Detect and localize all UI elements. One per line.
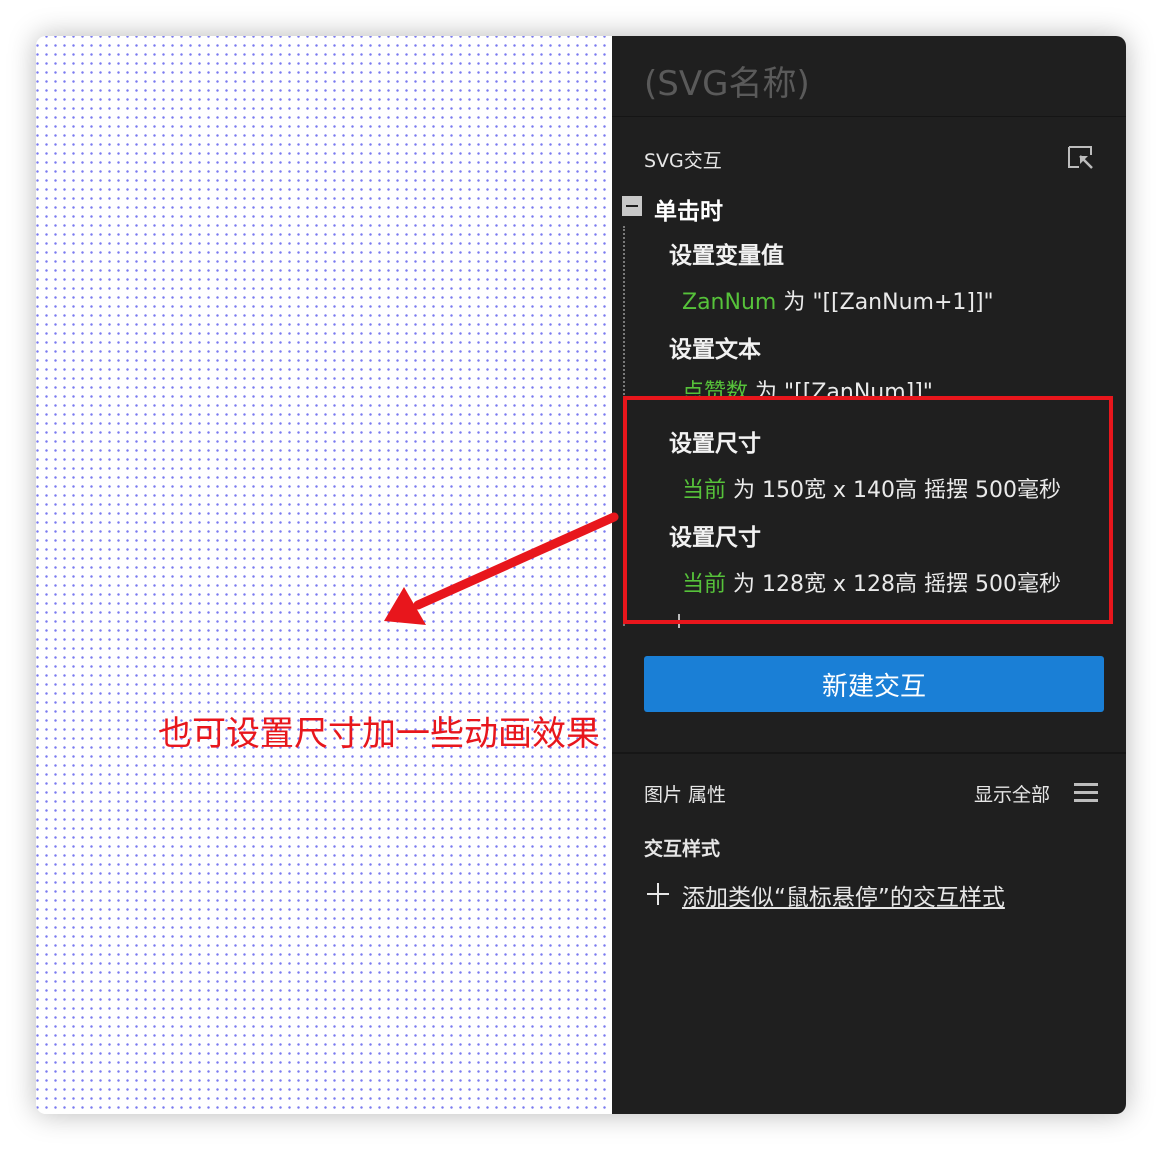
event-label[interactable]: 单击时 xyxy=(654,192,723,226)
hamburger-menu-icon[interactable] xyxy=(1074,782,1098,804)
action-detail[interactable]: 当前 为 150宽 x 140高 摇摆 500毫秒 xyxy=(682,472,1061,504)
action-target: 点赞数 xyxy=(682,380,749,398)
clipped-row: 点赞数 为 "[[ZanNum]]" xyxy=(612,374,1126,398)
collapse-minus-icon[interactable] xyxy=(622,196,642,216)
action-detail[interactable]: ZanNum 为 "[[ZanNum+1]]" xyxy=(682,284,994,316)
action-value: 150宽 x 140高 摇摆 500毫秒 xyxy=(762,478,1061,503)
action-target: ZanNum xyxy=(682,290,777,315)
section-divider xyxy=(612,752,1126,754)
action-value: "[[ZanNum+1]]" xyxy=(812,290,994,315)
action-target: 当前 xyxy=(682,478,727,503)
tree-guide-line xyxy=(623,226,625,626)
design-canvas[interactable] xyxy=(36,36,612,1114)
app-window: (SVG名称) SVG交互 单击时 设置变量值 ZanNum 为 "[[ZanN… xyxy=(36,36,1126,1114)
panel-title[interactable]: (SVG名称) xyxy=(644,56,810,105)
action-op: 为 xyxy=(783,290,806,315)
action-title[interactable]: 设置文本 xyxy=(669,330,761,364)
action-op: 为 xyxy=(733,572,756,597)
new-interaction-button[interactable]: 新建交互 xyxy=(644,656,1104,712)
action-value: 128宽 x 128高 摇摆 500毫秒 xyxy=(762,572,1061,597)
plus-icon[interactable] xyxy=(646,882,670,906)
interaction-styles-label: 交互样式 xyxy=(644,838,721,860)
action-title[interactable]: 设置变量值 xyxy=(669,236,784,270)
interaction-panel: (SVG名称) SVG交互 单击时 设置变量值 ZanNum 为 "[[ZanN… xyxy=(612,36,1126,1114)
header-divider xyxy=(612,116,1126,117)
action-title[interactable]: 设置尺寸 xyxy=(669,518,761,552)
insert-caret xyxy=(678,614,680,628)
action-detail[interactable]: 点赞数 为 "[[ZanNum]]" xyxy=(682,374,933,398)
action-value: "[[ZanNum]]" xyxy=(784,380,933,398)
action-title[interactable]: 设置尺寸 xyxy=(669,424,761,458)
section-label: SVG交互 xyxy=(644,150,722,172)
annotation-text: 也可设置尺寸加一些动画效果 xyxy=(158,714,600,754)
action-op: 为 xyxy=(755,380,778,398)
properties-label: 图片 属性 xyxy=(644,784,727,806)
action-target: 当前 xyxy=(682,572,727,597)
action-detail[interactable]: 当前 为 128宽 x 128高 摇摆 500毫秒 xyxy=(682,566,1061,598)
action-op: 为 xyxy=(733,478,756,503)
add-interaction-style-link[interactable]: 添加类似“鼠标悬停”的交互样式 xyxy=(682,878,1005,912)
collapse-arrow-icon[interactable] xyxy=(1066,142,1096,172)
show-all-link[interactable]: 显示全部 xyxy=(974,780,1050,807)
